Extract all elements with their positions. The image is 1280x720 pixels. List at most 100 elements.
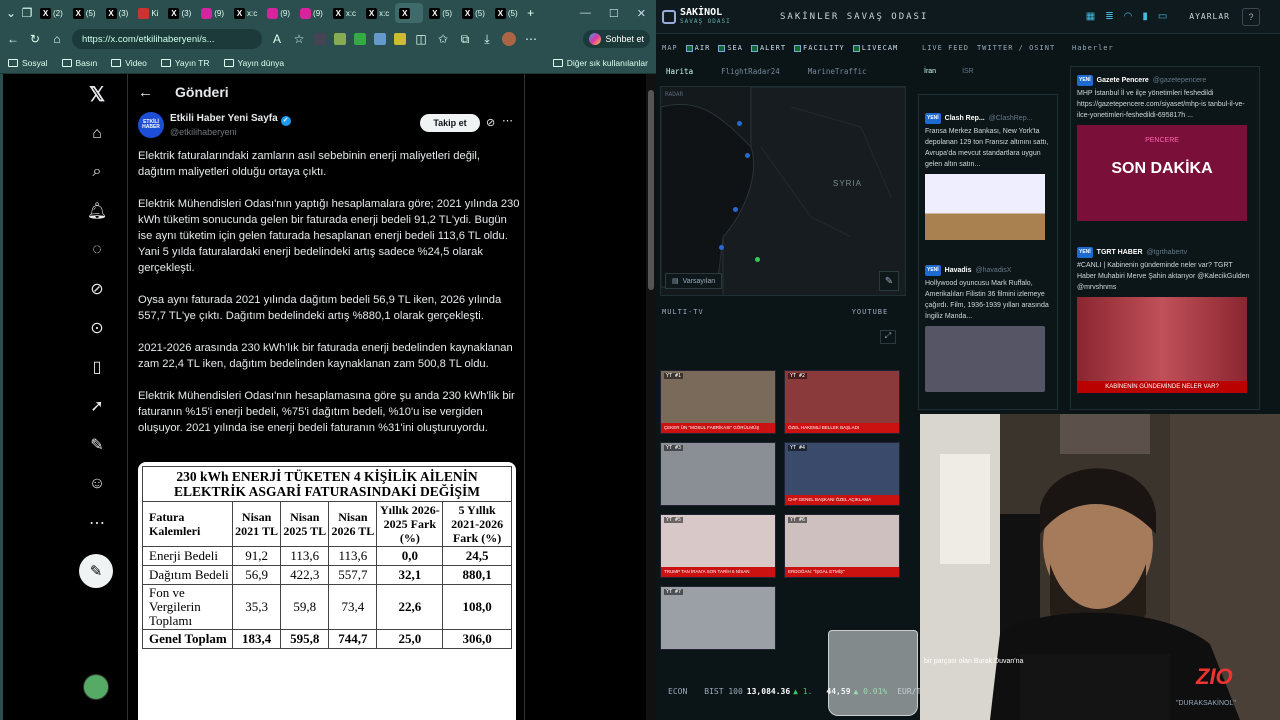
url-input[interactable]: https://x.com/etkilihaberyeni/s... xyxy=(72,29,262,49)
copilot-button[interactable]: Sohbet et xyxy=(583,30,650,48)
maximize-button[interactable]: ☐ xyxy=(609,7,619,20)
tab-isr[interactable]: İSR xyxy=(962,68,974,75)
browser-tab[interactable]: X (3) xyxy=(164,3,195,23)
communities-check-icon[interactable]: ⊙ xyxy=(85,316,109,340)
new-tab-button[interactable]: + xyxy=(524,6,538,20)
grok-explain-icon[interactable]: ⊘ xyxy=(486,116,495,129)
tv-channel[interactable]: YT #2 ÖZEL HAKEMLİ BELLEK BAŞLADI xyxy=(784,370,900,434)
map-marker[interactable] xyxy=(719,245,724,250)
rocket-icon[interactable]: ➚ xyxy=(85,394,109,418)
workspaces-icon[interactable]: ❐ xyxy=(20,6,34,20)
browser-tab[interactable]: Xx:c xyxy=(329,3,360,23)
wallet-icon[interactable]: ▭ xyxy=(1158,11,1167,22)
settings-button[interactable]: AYARLAR xyxy=(1189,12,1230,21)
browser-tab[interactable]: X (5) xyxy=(458,3,489,23)
follow-button[interactable]: Takip et xyxy=(420,114,480,132)
tab-actions-icon[interactable]: ⌄ xyxy=(4,6,18,20)
tv-channel[interactable]: YT #6 ERDOĞAN: "İŞGAL ETMİŞ" xyxy=(784,514,900,578)
help-button[interactable]: ? xyxy=(1242,7,1260,26)
fullscreen-icon[interactable]: ⤢ xyxy=(880,330,896,344)
map-layer-toggle[interactable]: AIR xyxy=(685,44,711,52)
notifications-bell-icon[interactable]: 🔔︎ xyxy=(85,199,109,223)
home-icon[interactable]: ⌂ xyxy=(85,122,109,146)
rss-icon[interactable]: ◠ xyxy=(1124,11,1133,22)
browser-tab[interactable]: X (2) xyxy=(36,3,67,23)
draw-pen-button[interactable]: ✎ xyxy=(879,271,899,291)
premium-icon[interactable]: ✎ xyxy=(85,433,109,457)
feed-image[interactable] xyxy=(925,326,1045,392)
browser-tab[interactable]: Xx:c xyxy=(230,3,261,23)
bookmark-folder[interactable]: Yayın dünya xyxy=(223,58,284,68)
post-more-icon[interactable]: ⋯ xyxy=(502,114,513,127)
map-marker[interactable] xyxy=(737,121,742,126)
close-button[interactable]: ✕ xyxy=(637,7,646,20)
default-view-button[interactable]: ▤ Varsayılan xyxy=(665,273,723,289)
stats-icon[interactable]: ▮ xyxy=(1142,11,1148,22)
map-source-tab[interactable]: Harita xyxy=(666,67,693,76)
profile-avatar[interactable] xyxy=(502,32,516,46)
browser-tab[interactable]: (9) xyxy=(197,3,228,23)
post-image-table[interactable]: 230 kWh ENERJİ TÜKETEN 4 KİŞİLİK AİLENİN… xyxy=(138,462,516,720)
account-avatar[interactable] xyxy=(83,674,109,700)
layers-icon[interactable]: ≣ xyxy=(1105,11,1113,22)
map-icon[interactable]: ▦ xyxy=(1086,11,1095,22)
tv-channel[interactable]: YT #1 ÇEKER ÜN "MOSUL FABRİKASI" GÖRÜLMÜŞ xyxy=(660,370,776,434)
news-item[interactable]: YENİ Gazete Pencere @gazetepencere MHP İst… xyxy=(1077,75,1253,221)
news-item[interactable]: YENİ TGRT HABER @tgrthabertv #CANLI | Kabi… xyxy=(1077,247,1253,393)
feed-item[interactable]: YENİ Havadis @havadisX Hollywood oyuncusu … xyxy=(925,265,1049,392)
grok-icon[interactable]: ⊘ xyxy=(85,277,109,301)
map-layer-toggle[interactable]: SEA xyxy=(718,44,743,52)
extension-icon[interactable] xyxy=(334,33,346,45)
menu-icon[interactable]: ⋯ xyxy=(524,32,538,46)
map-layer-toggle[interactable]: LIVECAM xyxy=(852,44,899,52)
extension-icon[interactable] xyxy=(314,33,326,45)
browser-tab[interactable]: X (3) xyxy=(102,3,133,23)
favorites-icon[interactable]: ✩ xyxy=(436,32,450,46)
map-marker[interactable] xyxy=(755,257,760,262)
tv-channel[interactable]: YT #3 xyxy=(660,442,776,506)
tv-channel[interactable]: YT #4 CHP GENEL BAŞKANI ÖZEL AÇIKLAMA xyxy=(784,442,900,506)
news-image[interactable]: PENCERE SON DAKİKA xyxy=(1077,125,1247,221)
favorite-star-icon[interactable]: ☆ xyxy=(292,32,306,46)
feed-image[interactable] xyxy=(925,174,1045,240)
explore-search-icon[interactable]: ⌕ xyxy=(85,160,109,184)
read-aloud-icon[interactable]: A xyxy=(270,32,284,46)
home-icon[interactable]: ⌂ xyxy=(50,32,64,46)
news-image[interactable]: KABİNENİN GÜNDEMİNDE NELER VAR? xyxy=(1077,297,1247,393)
back-icon[interactable]: ← xyxy=(6,32,20,46)
browser-tab[interactable]: (9) xyxy=(296,3,327,23)
map-source-tab[interactable]: MarineTraffic xyxy=(808,67,867,76)
bookmark-folder[interactable]: Basın xyxy=(61,58,97,68)
extension-icon[interactable] xyxy=(394,33,406,45)
map-marker[interactable] xyxy=(733,207,738,212)
browser-tab[interactable]: X (5) xyxy=(425,3,456,23)
extension-icon[interactable] xyxy=(374,33,386,45)
back-arrow-icon[interactable]: ← xyxy=(138,84,153,101)
minimize-button[interactable]: — xyxy=(580,7,591,20)
messages-icon[interactable]: ◌ xyxy=(85,238,109,262)
browser-tab[interactable]: Ki xyxy=(134,3,162,23)
more-icon[interactable]: ⋯ xyxy=(85,511,109,535)
downloads-icon[interactable]: ⤓ xyxy=(480,32,494,46)
map-view[interactable]: RADAR SYRIA ▤ Varsayılan ✎ xyxy=(660,86,906,296)
map-marker[interactable] xyxy=(745,153,750,158)
browser-tab[interactable]: X (5) xyxy=(69,3,100,23)
refresh-icon[interactable]: ↻ xyxy=(28,32,42,46)
extension-icon[interactable] xyxy=(354,33,366,45)
map-layer-toggle[interactable]: ALERT xyxy=(750,44,786,52)
page-scrollbar[interactable] xyxy=(646,74,656,720)
browser-tab[interactable]: X (5) xyxy=(491,3,522,23)
browser-tab[interactable]: (9) xyxy=(263,3,294,23)
split-screen-icon[interactable]: ◫ xyxy=(414,32,428,46)
map-source-tab[interactable]: FlightRadar24 xyxy=(721,67,780,76)
other-bookmarks[interactable]: Diğer sık kullanılanlar xyxy=(552,58,648,68)
browser-tab[interactable]: Xx:c xyxy=(362,3,393,23)
browser-tab[interactable]: X xyxy=(395,3,424,23)
feed-item[interactable]: YENİ Clash Rep... @ClashRep... Fransa Merk… xyxy=(925,113,1049,240)
tv-channel[interactable]: YT #5 TRUMP TAN İRAN'A SON TARİH 6 NİSAN xyxy=(660,514,776,578)
map-layer-toggle[interactable]: FACILITY xyxy=(794,44,845,52)
author-name-row[interactable]: Etkili Haber Yeni Sayfa ✓ xyxy=(170,113,291,126)
scrollbar-thumb[interactable] xyxy=(648,90,654,290)
bookmarks-icon[interactable]: ▯ xyxy=(85,355,109,379)
profile-icon[interactable]: ☺ xyxy=(85,472,109,496)
